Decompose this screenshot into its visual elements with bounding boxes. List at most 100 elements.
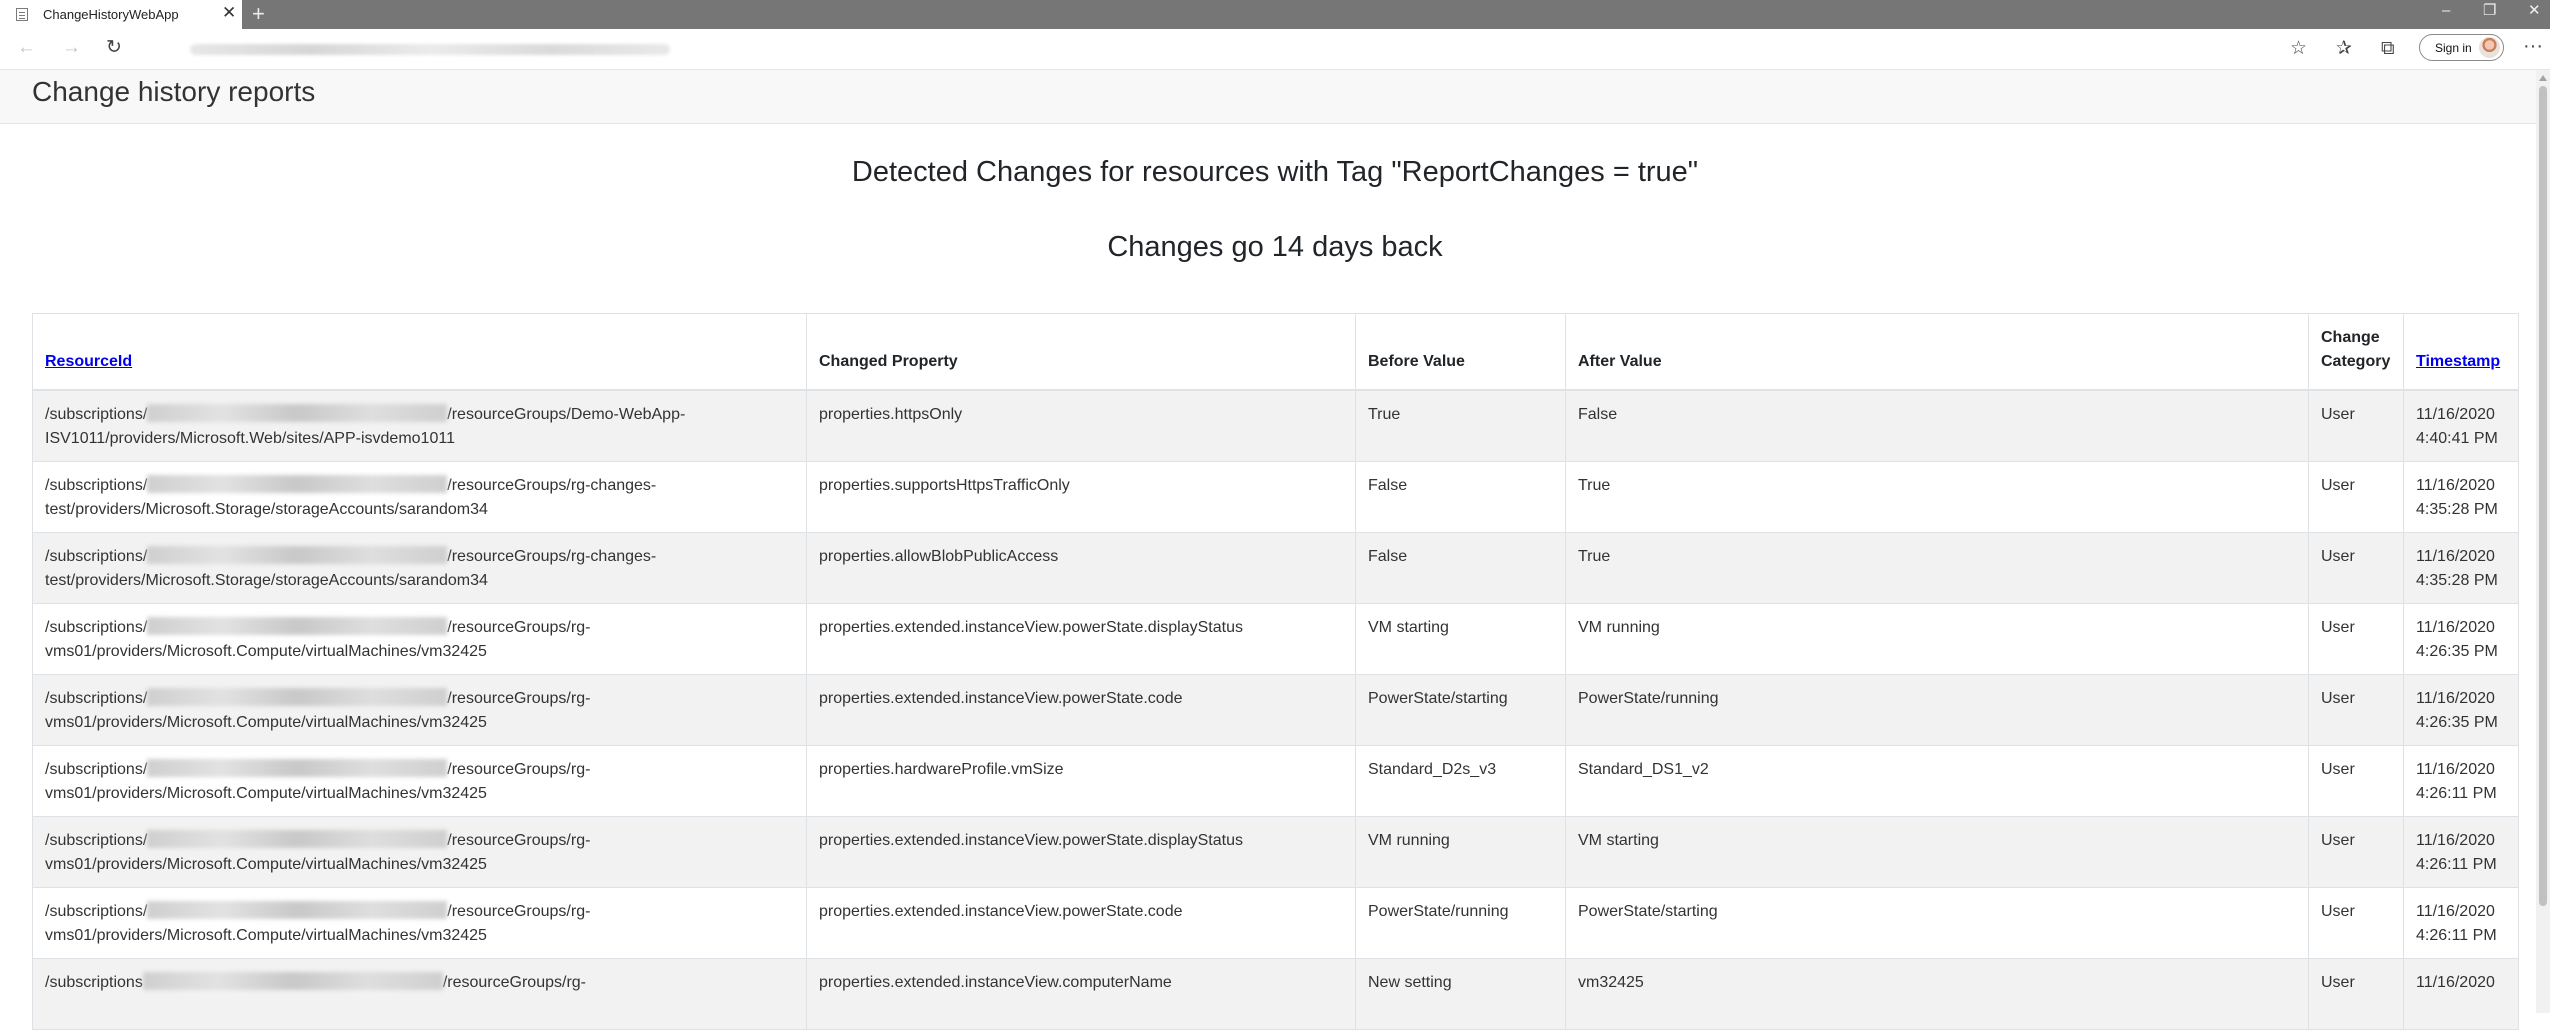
cell-timestamp: 11/16/2020 4:35:28 PM <box>2403 532 2519 604</box>
cell-resource-id: /subscriptions/ /resourceGroups/rg-vms01/… <box>32 674 807 746</box>
sort-resource-id-link[interactable]: ResourceId <box>45 353 132 370</box>
resource-id-prefix: /subscriptions/ <box>45 761 148 778</box>
sign-in-label: Sign in <box>2435 41 2472 55</box>
cell-before-value: PowerState/starting <box>1355 674 1566 746</box>
resource-id-suffix: ISV1011/providers/Microsoft.Web/sites/AP… <box>45 430 455 447</box>
page-subheading: Changes go 14 days back <box>1107 231 1443 263</box>
sign-in-button[interactable]: Sign in <box>2419 34 2504 61</box>
timestamp-date: 11/16/2020 <box>2416 832 2495 849</box>
timestamp-date: 11/16/2020 <box>2416 690 2495 707</box>
restore-icon[interactable]: ❐ <box>2483 3 2496 19</box>
cell-change-category: User <box>2308 389 2404 462</box>
resource-id-suffix: test/providers/Microsoft.Storage/storage… <box>45 501 488 518</box>
cell-before-value: VM running <box>1355 816 1566 888</box>
table-header-row: ResourceId Changed Property Before Value… <box>32 313 2519 391</box>
close-window-icon[interactable]: ✕ <box>2528 3 2541 19</box>
cell-changed-property: properties.extended.instanceView.powerSt… <box>806 816 1356 888</box>
cell-timestamp: 11/16/2020 4:26:35 PM <box>2403 674 2519 746</box>
cell-before-value: False <box>1355 532 1566 604</box>
cell-before-value: New setting <box>1355 958 1566 1030</box>
cell-timestamp: 11/16/2020 4:26:35 PM <box>2403 603 2519 675</box>
cell-change-category: User <box>2308 532 2404 604</box>
resource-id-suffix: vms01/providers/Microsoft.Compute/virtua… <box>45 714 487 731</box>
cell-changed-property: properties.supportsHttpsTrafficOnly <box>806 461 1356 533</box>
resource-id-prefix: /subscriptions/ <box>45 548 148 565</box>
app-brand-link[interactable]: Change history reports <box>32 76 315 108</box>
new-tab-icon[interactable]: + <box>252 1 265 27</box>
cell-after-value: vm32425 <box>1565 958 2309 1030</box>
cell-resource-id: /subscriptions/ /resourceGroups/Demo-WebA… <box>32 389 807 462</box>
cell-after-value: VM starting <box>1565 816 2309 888</box>
resource-id-suffix: vms01/providers/Microsoft.Compute/virtua… <box>45 785 487 802</box>
cell-change-category: User <box>2308 745 2404 817</box>
cell-timestamp: 11/16/2020 <box>2403 958 2519 1030</box>
resource-id-prefix: /subscriptions/ <box>45 690 148 707</box>
refresh-icon[interactable]: ↻ <box>106 37 122 59</box>
table-row: /subscriptions/ /resourceGroups/rg-vms01/… <box>32 887 2519 959</box>
favorite-star-icon[interactable]: ☆ <box>2290 38 2307 60</box>
resource-id-suffix: test/providers/Microsoft.Storage/storage… <box>45 572 488 589</box>
redacted-subscription-id <box>147 404 448 422</box>
sort-timestamp-link[interactable]: Timestamp <box>2416 353 2500 370</box>
back-icon[interactable]: ← <box>17 37 36 59</box>
page-scrollbar[interactable] <box>2536 70 2550 1013</box>
cell-resource-id: /subscriptions/ /resourceGroups/rg-change… <box>32 532 807 604</box>
cell-timestamp: 11/16/2020 4:26:11 PM <box>2403 887 2519 959</box>
cell-changed-property: properties.extended.instanceView.powerSt… <box>806 887 1356 959</box>
timestamp-date: 11/16/2020 <box>2416 477 2495 494</box>
header-before-value: Before Value <box>1355 313 1566 391</box>
timestamp-time: 4:26:11 PM <box>2416 856 2497 873</box>
timestamp-date: 11/16/2020 <box>2416 619 2495 636</box>
minimize-icon[interactable]: – <box>2442 3 2450 19</box>
cell-after-value: True <box>1565 532 2309 604</box>
scrollbar-thumb[interactable] <box>2539 86 2547 906</box>
cell-change-category: User <box>2308 603 2404 675</box>
favorites-list-icon[interactable]: ✰ <box>2336 38 2352 60</box>
cell-changed-property: properties.extended.instanceView.powerSt… <box>806 674 1356 746</box>
address-bar[interactable] <box>140 41 2260 59</box>
avatar <box>2479 37 2500 58</box>
timestamp-date: 11/16/2020 <box>2416 548 2495 565</box>
cell-changed-property: properties.extended.instanceView.compute… <box>806 958 1356 1030</box>
app-header: Change history reports <box>0 70 2550 124</box>
cell-change-category: User <box>2308 461 2404 533</box>
header-timestamp[interactable]: Timestamp <box>2403 313 2519 391</box>
close-tab-icon[interactable]: ✕ <box>222 3 236 23</box>
resource-id-prefix: /subscriptions/ <box>45 832 148 849</box>
header-change-category-line1: Change <box>2321 329 2380 346</box>
resource-id-middle: /resourceGroups/rg-changes- <box>447 548 657 565</box>
resource-id-suffix: vms01/providers/Microsoft.Compute/virtua… <box>45 643 487 660</box>
changes-table: ResourceId Changed Property Before Value… <box>32 313 2519 1030</box>
scroll-up-icon[interactable] <box>2539 75 2547 81</box>
cell-changed-property: properties.hardwareProfile.vmSize <box>806 745 1356 817</box>
resource-id-middle: /resourceGroups/rg-changes- <box>447 477 657 494</box>
cell-before-value: True <box>1355 389 1566 462</box>
cell-after-value: Standard_DS1_v2 <box>1565 745 2309 817</box>
resource-id-middle: /resourceGroups/rg- <box>447 619 591 636</box>
cell-timestamp: 11/16/2020 4:26:11 PM <box>2403 745 2519 817</box>
redacted-subscription-id <box>147 546 448 564</box>
resource-id-prefix: /subscriptions/ <box>45 406 148 423</box>
table-row: /subscriptions/ /resourceGroups/Demo-WebA… <box>32 389 2519 462</box>
cell-before-value: VM starting <box>1355 603 1566 675</box>
redacted-subscription-id <box>147 475 448 493</box>
browser-tab[interactable]: ChangeHistoryWebApp ✕ <box>0 0 242 29</box>
header-resource-id[interactable]: ResourceId <box>32 313 807 391</box>
more-options-icon[interactable]: ··· <box>2523 35 2543 58</box>
timestamp-time: 4:40:41 PM <box>2416 430 2498 447</box>
timestamp-time: 4:26:11 PM <box>2416 927 2497 944</box>
timestamp-date: 11/16/2020 <box>2416 903 2495 920</box>
timestamp-time: 4:35:28 PM <box>2416 501 2498 518</box>
cell-change-category: User <box>2308 674 2404 746</box>
resource-id-prefix: /subscriptions <box>45 974 143 991</box>
redacted-subscription-id <box>147 688 448 706</box>
resource-id-prefix: /subscriptions/ <box>45 477 148 494</box>
browser-tab-bar: ChangeHistoryWebApp ✕ + – ❐ ✕ <box>0 0 2550 29</box>
cell-changed-property: properties.extended.instanceView.powerSt… <box>806 603 1356 675</box>
cell-changed-property: properties.httpsOnly <box>806 389 1356 462</box>
cell-change-category: User <box>2308 958 2404 1030</box>
page-icon <box>16 8 28 21</box>
collections-icon[interactable]: ⧉ <box>2381 38 2395 60</box>
cell-changed-property: properties.allowBlobPublicAccess <box>806 532 1356 604</box>
forward-icon[interactable]: → <box>62 37 81 59</box>
